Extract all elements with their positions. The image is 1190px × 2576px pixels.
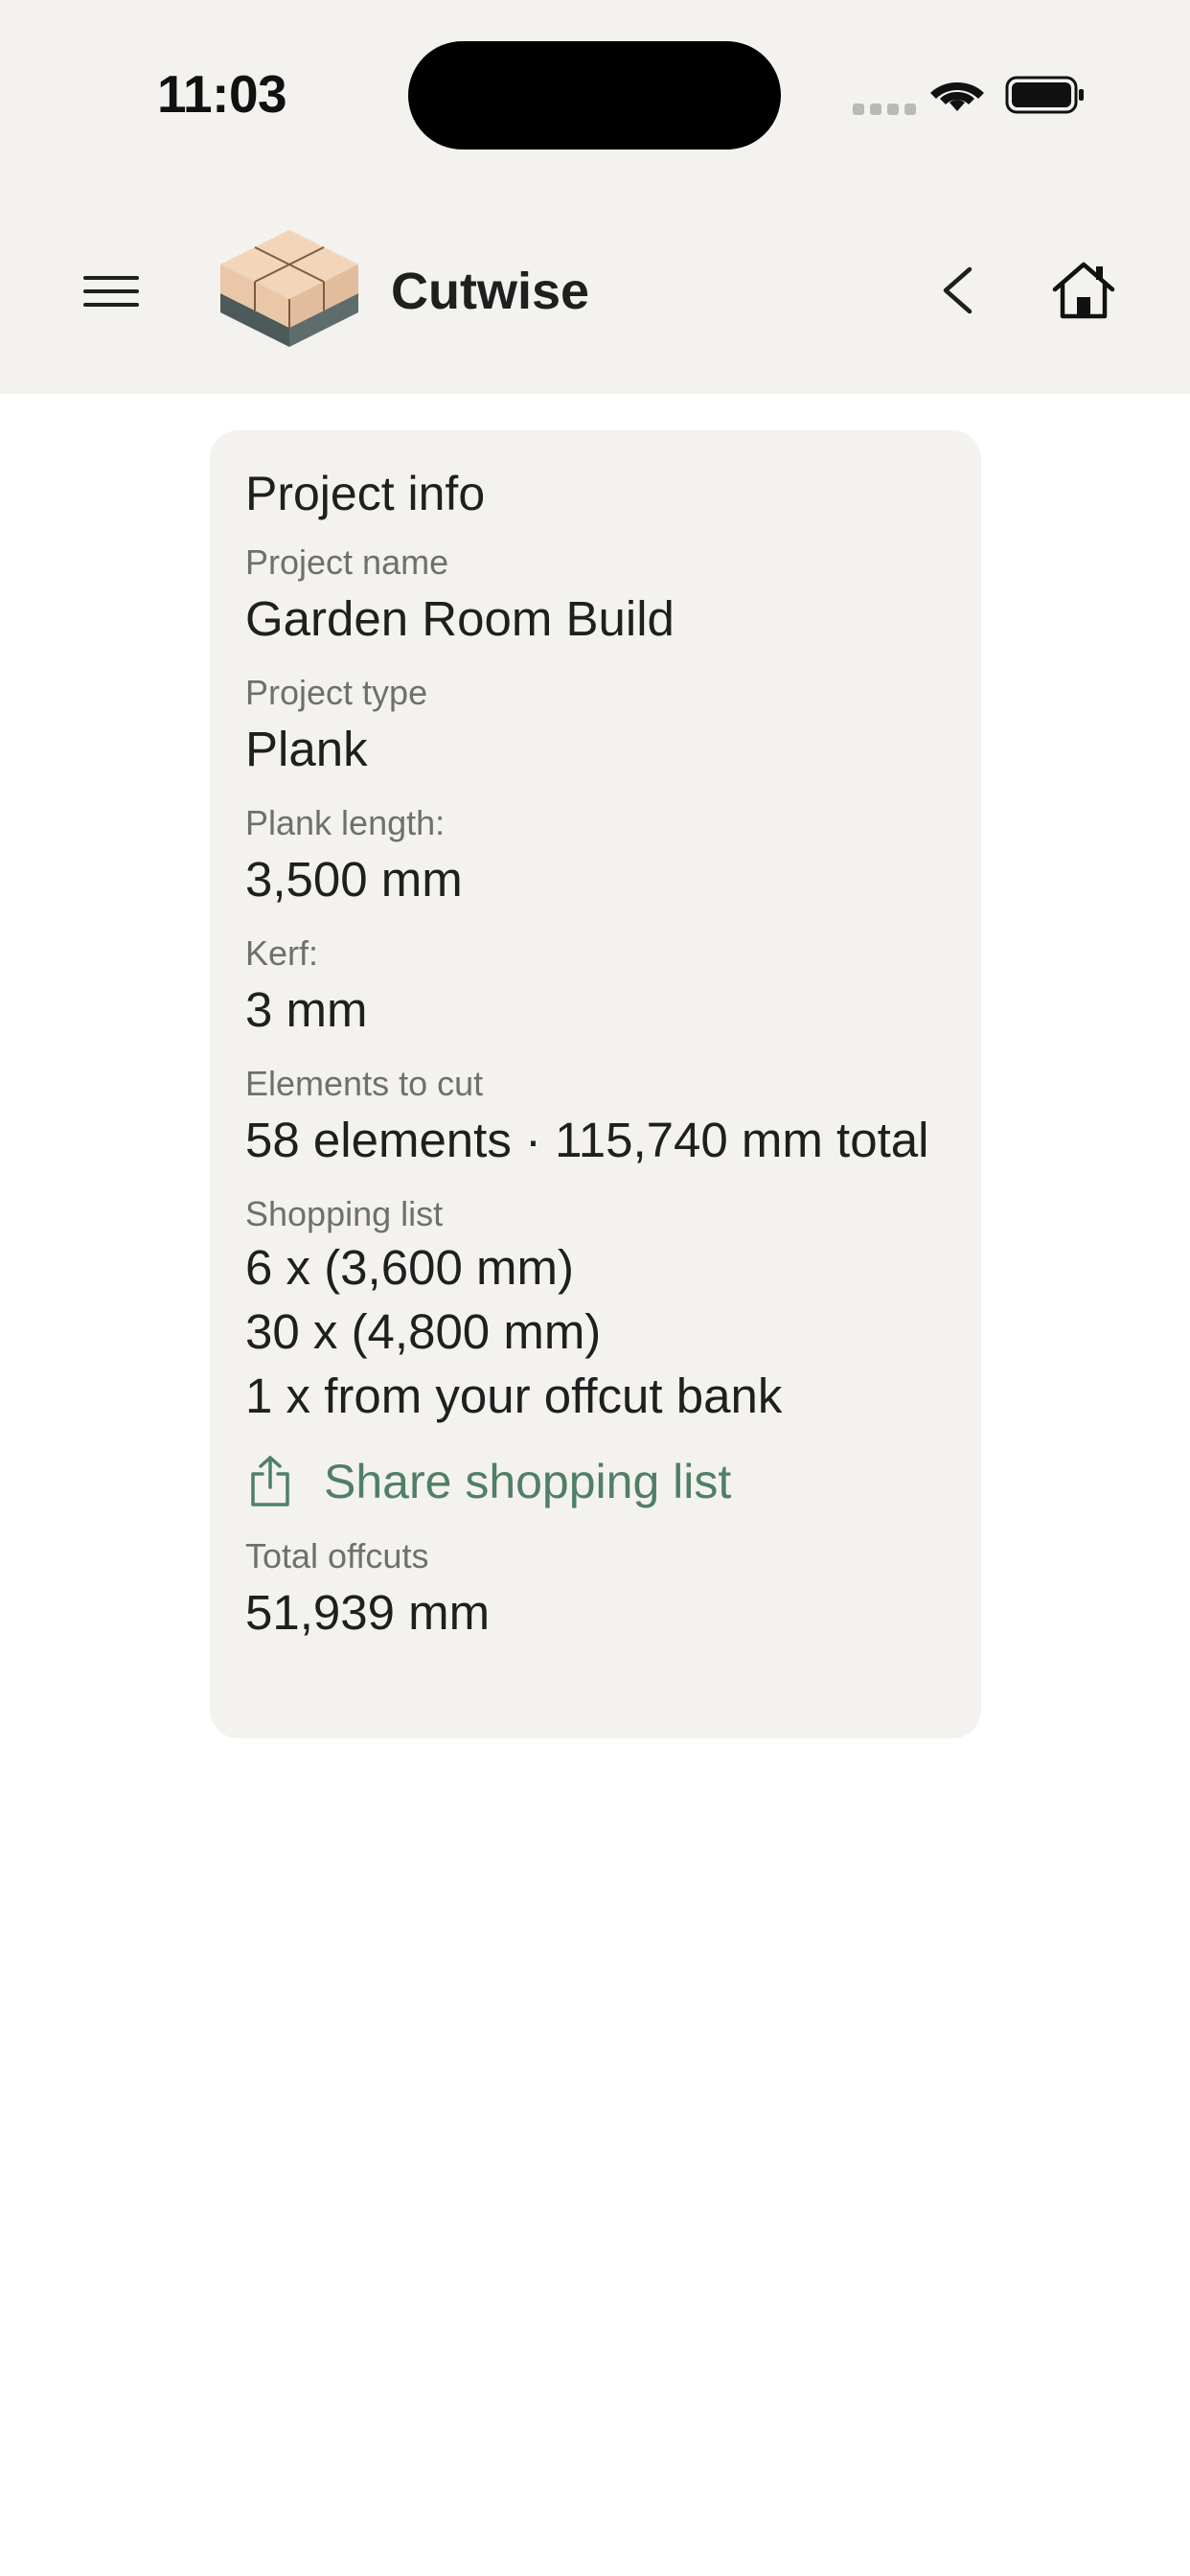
share-icon — [245, 1454, 295, 1509]
kerf-value: 3 mm — [245, 982, 368, 1037]
cellular-signal-icon — [853, 104, 916, 115]
project-name-field: Project name Garden Room Build — [245, 541, 946, 649]
menu-icon[interactable] — [80, 261, 142, 322]
project-type-field: Project type Plank — [245, 672, 946, 779]
share-shopping-list-label: Share shopping list — [324, 1455, 732, 1508]
shopping-list-field: Shopping list 6 x (3,600 mm) 30 x (4,800… — [245, 1193, 946, 1428]
shopping-list-label: Shopping list — [245, 1194, 444, 1233]
elements-to-cut-label: Elements to cut — [245, 1064, 484, 1103]
project-info-card: Project info Project name Garden Room Bu… — [210, 430, 981, 1738]
shopping-list-item: 1 x from your offcut bank — [245, 1368, 783, 1423]
shopping-list-item: 30 x (4,800 mm) — [245, 1304, 602, 1359]
project-name-label: Project name — [245, 542, 449, 582]
elements-to-cut-value: 58 elements · 115,740 mm total — [245, 1113, 929, 1167]
dynamic-island — [408, 41, 781, 150]
back-icon[interactable] — [924, 257, 991, 324]
elements-to-cut-field: Elements to cut 58 elements · 115,740 mm… — [245, 1063, 946, 1170]
plank-length-label: Plank length: — [245, 803, 446, 842]
total-offcuts-field: Total offcuts 51,939 mm — [245, 1535, 946, 1643]
total-offcuts-value: 51,939 mm — [245, 1585, 491, 1640]
share-shopping-list-button[interactable]: Share shopping list — [245, 1453, 946, 1510]
home-icon[interactable] — [1048, 255, 1119, 326]
top-bar: 11:03 Cutwise — [0, 0, 1190, 394]
wifi-icon — [930, 82, 984, 111]
project-type-label: Project type — [245, 673, 428, 712]
kerf-label: Kerf: — [245, 933, 319, 973]
plank-length-field: Plank length: 3,500 mm — [245, 802, 946, 909]
status-time: 11:03 — [157, 64, 287, 124]
total-offcuts-label: Total offcuts — [245, 1536, 429, 1576]
card-heading: Project info — [245, 467, 486, 520]
project-type-value: Plank — [245, 722, 368, 776]
project-name-value: Garden Room Build — [245, 591, 675, 646]
app-title: Cutwise — [391, 263, 590, 320]
shopping-list-item: 6 x (3,600 mm) — [245, 1240, 574, 1295]
battery-icon — [1005, 76, 1084, 114]
plank-length-value: 3,500 mm — [245, 852, 463, 907]
kerf-field: Kerf: 3 mm — [245, 932, 946, 1040]
app-logo — [220, 230, 358, 347]
